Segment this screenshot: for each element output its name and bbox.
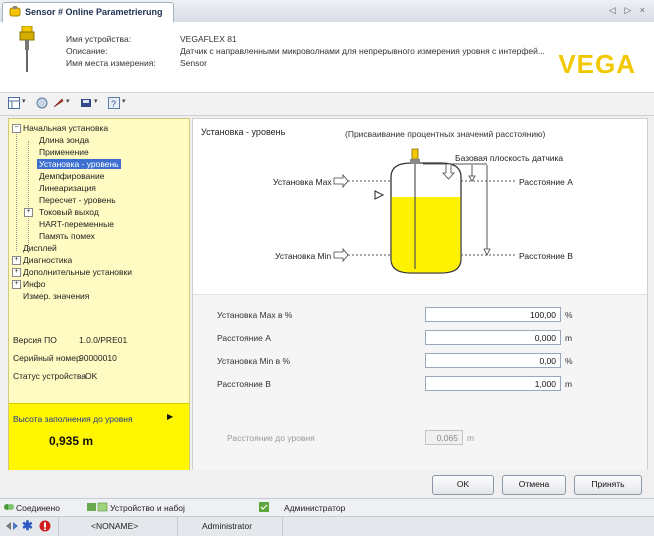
min-percent-unit: % <box>565 356 573 366</box>
toolbar: ▾ ▾ ▾ ? ▾ <box>0 93 654 116</box>
max-percent-label: Установка Max в % <box>217 310 293 320</box>
link-icon[interactable] <box>5 520 19 532</box>
dropdown-arrow-icon[interactable]: ▾ <box>22 97 26 109</box>
tab-sensor-online[interactable]: Sensor # Online Parametrierung <box>2 2 174 23</box>
tree-item-current-output[interactable]: Токовый выход <box>39 207 99 217</box>
location-label: Имя места измерения: <box>66 58 156 68</box>
apply-button[interactable]: Принять <box>574 475 642 495</box>
sensor-icon <box>9 6 21 17</box>
tab-bar: Sensor # Online Parametrierung ◁ ▷ × <box>0 0 654 23</box>
description-value: Датчик с направленными микроволнами для … <box>180 46 545 56</box>
device-set-status: Устройство и набој <box>110 503 185 513</box>
connection-icon <box>4 504 14 510</box>
error-icon <box>39 520 51 532</box>
window-controls[interactable]: ◁ ▷ × <box>609 5 648 16</box>
distance-a-input[interactable] <box>425 330 561 345</box>
serial-value: 90000010 <box>79 353 117 363</box>
distance-a-unit: m <box>565 333 573 343</box>
distance-b-input[interactable] <box>425 376 561 391</box>
tree-item-level-setup[interactable]: Установка - уровень <box>37 159 121 169</box>
bottom-status-bar: ✱ <NONAME> Administrator <box>0 516 654 536</box>
distance-b-field-label: Расстояние B <box>217 379 271 389</box>
tank-diagram <box>333 148 515 274</box>
sw-version-label: Версия ПО <box>13 335 57 345</box>
expand-toggle[interactable]: + <box>12 280 21 289</box>
dropdown-arrow-icon[interactable]: ▾ <box>66 97 70 109</box>
dropdown-arrow-icon[interactable]: ▾ <box>94 97 98 109</box>
expand-toggle[interactable]: + <box>24 208 33 217</box>
tree-item-linearization[interactable]: Линеаризация <box>39 183 96 193</box>
distance-a-label: Расстояние A <box>519 177 573 187</box>
tree-item-additional-settings[interactable]: Дополнительные установки <box>23 267 132 277</box>
device-header: Имя устройства: VEGAFLEX 81 Описание: Да… <box>0 22 654 93</box>
max-setting-label: Установка Max <box>273 177 332 187</box>
vega-logo: VEGA <box>558 49 636 79</box>
serial-label: Серийный номер <box>13 353 81 363</box>
max-percent-unit: % <box>565 310 573 320</box>
table-icon[interactable] <box>8 97 20 109</box>
svg-text:?: ? <box>111 99 116 109</box>
play-arrow-icon[interactable]: ▶ <box>167 412 173 421</box>
dropdown-arrow-icon[interactable]: ▾ <box>122 97 126 109</box>
distance-b-unit: m <box>565 379 573 389</box>
tree-item-application[interactable]: Применение <box>39 147 89 157</box>
distance-to-level-output <box>425 430 463 445</box>
tree-item-damping[interactable]: Демпфирование <box>39 171 104 181</box>
sensor-reference-label: Базовая плоскость датчика <box>455 153 564 163</box>
tab-title: Sensor # Online Parametrierung <box>25 7 163 17</box>
device-status-label: Статус устройства <box>13 371 87 381</box>
tree-item-diagnostics[interactable]: Диагностика <box>23 255 72 265</box>
device-status-value: OK <box>85 371 98 381</box>
sw-version-value: 1.0.0/PRE01 <box>79 335 128 345</box>
description-label: Описание: <box>66 46 108 56</box>
current-user: Administrator <box>202 521 253 531</box>
level-setup-panel: Установка - уровень (Присваивание процен… <box>192 118 648 470</box>
device-name-value: VEGAFLEX 81 <box>180 34 237 44</box>
fill-height-label: Высота заполнения до уровня <box>13 414 133 424</box>
wrench-icon[interactable] <box>52 97 64 109</box>
max-percent-input[interactable] <box>425 307 561 322</box>
save-icon[interactable] <box>80 97 92 109</box>
expand-toggle[interactable]: + <box>12 268 21 277</box>
collapse-toggle[interactable]: − <box>12 124 21 133</box>
device-icon[interactable] <box>36 97 48 109</box>
expand-toggle[interactable]: + <box>12 256 21 265</box>
tree-item-scaling[interactable]: Пересчет - уровень <box>39 195 116 205</box>
user-cell: Administrator <box>176 517 283 536</box>
device-set-icon <box>87 502 108 512</box>
location-value: Sensor <box>180 58 207 68</box>
navigation-sidebar: − Начальная установка Длина зонда Примен… <box>8 118 190 470</box>
tree-item-probe-length[interactable]: Длина зонда <box>39 135 89 145</box>
help-icon[interactable]: ? <box>108 97 120 109</box>
tree-item-false-signal[interactable]: Память помех <box>39 231 95 241</box>
admin-status: Администратор <box>284 503 346 513</box>
fill-height-value: 0,935 m <box>49 434 94 448</box>
fill-height-panel[interactable]: Высота заполнения до уровня ▶ 0,935 m <box>9 403 189 470</box>
distance-a-field-label: Расстояние A <box>217 333 271 343</box>
min-setting-label: Установка Min <box>275 251 332 261</box>
tree-item-info[interactable]: Инфо <box>23 279 46 289</box>
tree-item-measured-values[interactable]: Измер. значения <box>23 291 89 301</box>
device-name-label: Имя устройства: <box>66 34 132 44</box>
project-name: <NONAME> <box>91 521 139 531</box>
admin-icon <box>259 502 269 512</box>
min-percent-input[interactable] <box>425 353 561 368</box>
distance-b-label: Расстояние B <box>519 251 573 261</box>
cancel-button[interactable]: Отмена <box>502 475 566 495</box>
tree-item-initial-setup[interactable]: Начальная установка <box>23 123 108 133</box>
project-name-cell: <NONAME> <box>58 517 178 536</box>
asterisk-icon: ✱ <box>22 518 33 533</box>
ok-button[interactable]: OK <box>432 475 494 495</box>
probe-icon <box>19 26 35 72</box>
tree-item-hart-variables[interactable]: HART-переменные <box>39 219 114 229</box>
distance-to-level-unit: m <box>467 433 475 443</box>
connected-status: Соединено <box>16 503 60 513</box>
distance-to-level-label: Расстояние до уровня <box>227 433 315 443</box>
tree-item-display[interactable]: Дисплей <box>23 243 57 253</box>
min-percent-label: Установка Min в % <box>217 356 291 366</box>
status-bar: Соединено Устройство и набој Администрат… <box>0 498 654 516</box>
